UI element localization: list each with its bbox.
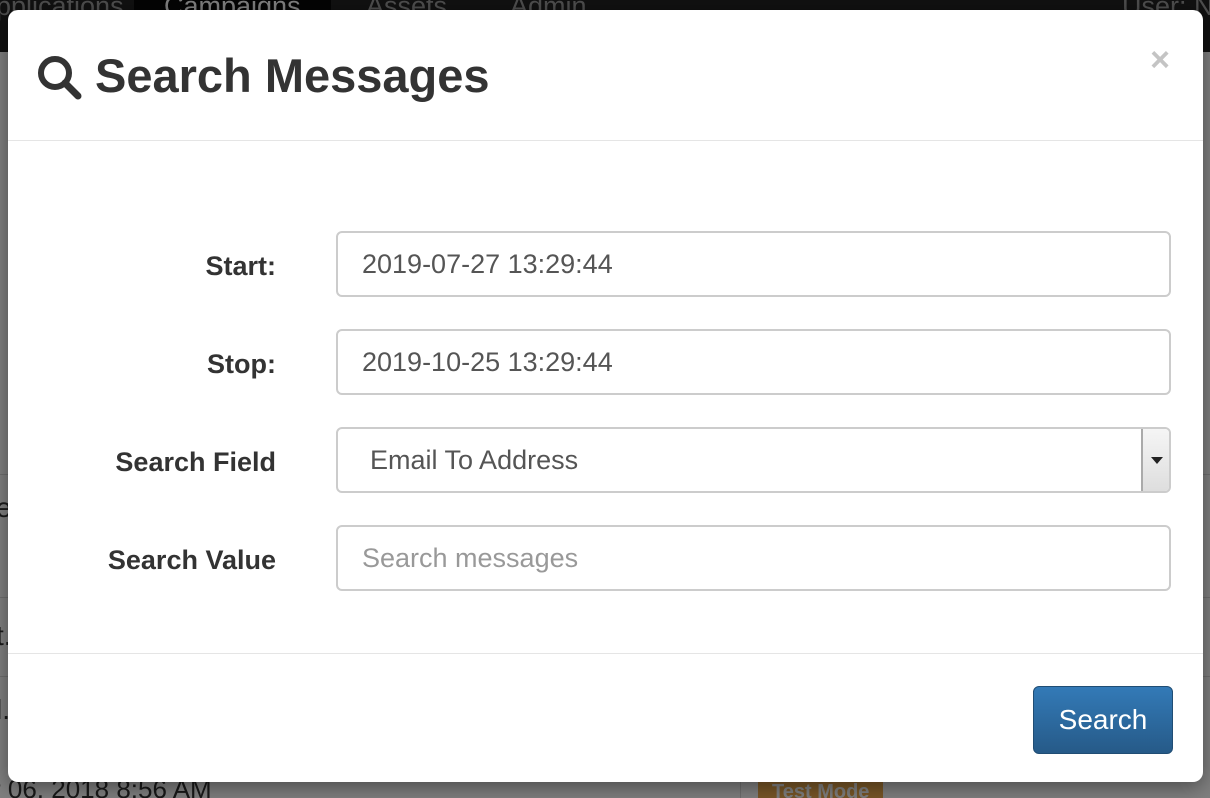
search-value-label: Search Value — [107, 545, 276, 575]
modal-title: Search Messages — [95, 49, 490, 102]
start-date-input[interactable] — [336, 231, 1171, 297]
search-messages-modal: Search Messages × Start: Stop: Search Fi… — [8, 10, 1203, 782]
modal-body: Start: Stop: Search Field Email To Addre… — [8, 141, 1203, 653]
modal-footer: Search — [8, 653, 1203, 783]
search-icon — [38, 56, 82, 100]
search-button[interactable]: Search — [1033, 686, 1173, 754]
stop-label: Stop: — [207, 349, 276, 379]
select-dropdown-button[interactable] — [1141, 429, 1169, 491]
search-field-selected-value: Email To Address — [370, 445, 579, 475]
search-field-select[interactable]: Email To Address — [336, 427, 1171, 493]
chevron-down-icon — [1151, 457, 1163, 464]
start-label: Start: — [205, 251, 276, 281]
stop-date-input[interactable] — [336, 329, 1171, 395]
close-button[interactable]: × — [1144, 40, 1176, 80]
search-value-input[interactable] — [336, 525, 1171, 591]
modal-header: Search Messages × — [8, 10, 1203, 141]
search-field-label: Search Field — [115, 447, 276, 477]
